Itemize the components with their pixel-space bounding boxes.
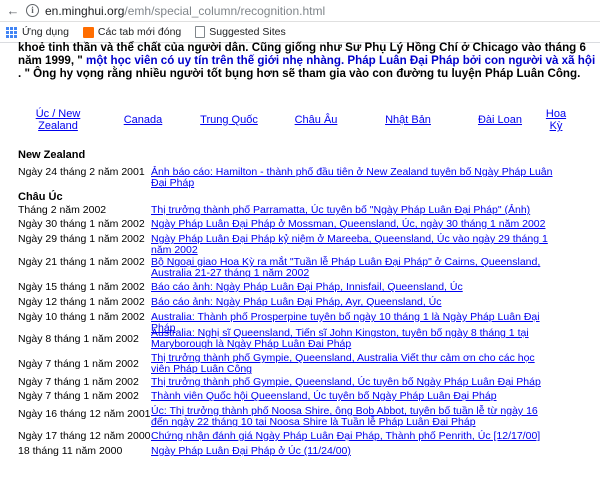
recent-tabs-icon [82, 26, 94, 38]
page-content: khoẻ tinh thần và thể chất của người dân… [18, 41, 600, 457]
section-title-new-zealand: New Zealand [18, 149, 86, 161]
bookmark-label: Ứng dụng [22, 26, 69, 38]
bookmark-label: Các tab mới đóng [97, 26, 182, 38]
row-date: Ngày 17 tháng 12 năm 2000 [18, 430, 151, 442]
row-link[interactable]: Úc: Thị trưởng thành phố Noosa Shire, ôn… [151, 405, 556, 429]
row-date: Ngày 10 tháng 1 năm 2002 [18, 311, 145, 323]
intro-paragraph: khoẻ tinh thần và thể chất của người dân… [18, 41, 600, 80]
intro-text-2: một học viên có uy tín trên thế giới nhẹ… [86, 54, 596, 67]
url-path: /emh/special_column/recognition.html [124, 3, 326, 18]
row-date: Ngày 7 tháng 1 năm 2002 [18, 390, 139, 402]
row-link[interactable]: Ngày Pháp Luân Đại Pháp ở Mossman, Queen… [151, 218, 556, 230]
region-link-taiwan[interactable]: Đài Loan [475, 114, 525, 126]
row-date: Ngày 7 tháng 1 năm 2002 [18, 358, 139, 370]
row-link[interactable]: Báo cáo ảnh: Ngày Pháp Luân Đại Pháp, Ay… [151, 296, 556, 308]
row-date: Ngày 24 tháng 2 năm 2001 [18, 166, 145, 178]
row-link[interactable]: Bộ Ngoại giao Hoa Kỳ ra mắt "Tuần lễ Phá… [151, 256, 556, 280]
row-date: Ngày 16 tháng 12 năm 2001 [18, 408, 151, 420]
region-link-canada[interactable]: Canada [123, 114, 163, 126]
section-title-australia: Châu Úc [18, 191, 63, 203]
address-bar[interactable]: ← i en.minghui.org/emh/special_column/re… [0, 0, 600, 22]
row-link[interactable]: Ngày Pháp Luân Đại Pháp ở Úc (11/24/00) [151, 445, 556, 457]
row-date: Ngày 7 tháng 1 năm 2002 [18, 376, 139, 388]
region-link-europe[interactable]: Châu Âu [290, 114, 342, 126]
bookmark-apps[interactable]: Ứng dụng [6, 26, 69, 38]
row-link[interactable]: Thị trưởng thành phố Gympie, Queensland,… [151, 376, 556, 388]
row-link[interactable]: Thị trưởng thành phố Gympie, Queensland,… [151, 352, 556, 376]
region-link-china[interactable]: Trung Quốc [198, 114, 260, 126]
row-date: Ngày 15 tháng 1 năm 2002 [18, 281, 145, 293]
bookmark-suggested-sites[interactable]: Suggested Sites [195, 26, 286, 38]
bookmarks-bar: Ứng dụng Các tab mới đóng Suggested Site… [0, 22, 600, 43]
back-arrow-icon[interactable]: ← [6, 3, 20, 18]
apps-grid-icon [6, 26, 17, 38]
row-date: Ngày 30 tháng 1 năm 2002 [18, 218, 145, 230]
row-date: 18 tháng 11 năm 2000 [18, 445, 123, 457]
row-date: Tháng 2 năm 2002 [18, 204, 107, 216]
row-link[interactable]: Australia: Nghị sĩ Queensland, Tiến sĩ J… [151, 327, 556, 351]
row-date: Ngày 12 tháng 1 năm 2002 [18, 296, 145, 308]
bookmark-label: Suggested Sites [209, 26, 286, 38]
url-text[interactable]: en.minghui.org/emh/special_column/recogn… [45, 4, 325, 18]
row-link[interactable]: Báo cáo ảnh: Ngày Pháp Luân Đại Pháp, In… [151, 281, 556, 293]
intro-text-3: . " Ông hy vọng rằng nhiều người tốt bụn… [18, 67, 581, 80]
row-date: Ngày 8 tháng 1 năm 2002 [18, 333, 139, 345]
row-link[interactable]: Thị trưởng thành phố Parramatta, Úc tuyê… [151, 204, 556, 216]
row-link[interactable]: Ảnh báo cáo: Hamilton - thành phố đầu ti… [151, 166, 556, 190]
row-link[interactable]: Ngày Pháp Luân Đại Pháp kỷ niệm ở Mareeb… [151, 233, 556, 257]
region-link-usa[interactable]: Hoa Kỳ [542, 108, 570, 132]
row-date: Ngày 21 tháng 1 năm 2002 [18, 256, 145, 268]
region-nav: Úc / New Zealand Canada Trung Quốc Châu … [18, 108, 600, 132]
bookmark-recent-tabs[interactable]: Các tab mới đóng [82, 26, 182, 38]
row-link[interactable]: Chứng nhận đánh giá Ngày Pháp Luân Đại P… [151, 430, 556, 442]
url-host: en.minghui.org [45, 3, 125, 18]
region-link-australia-nz[interactable]: Úc / New Zealand [22, 108, 94, 132]
info-icon[interactable]: i [26, 4, 39, 17]
row-link[interactable]: Thành viên Quốc hội Queensland, Úc tuyên… [151, 390, 556, 402]
region-link-japan[interactable]: Nhật Bản [382, 114, 434, 126]
page-icon [195, 26, 206, 38]
row-date: Ngày 29 tháng 1 năm 2002 [18, 233, 145, 245]
